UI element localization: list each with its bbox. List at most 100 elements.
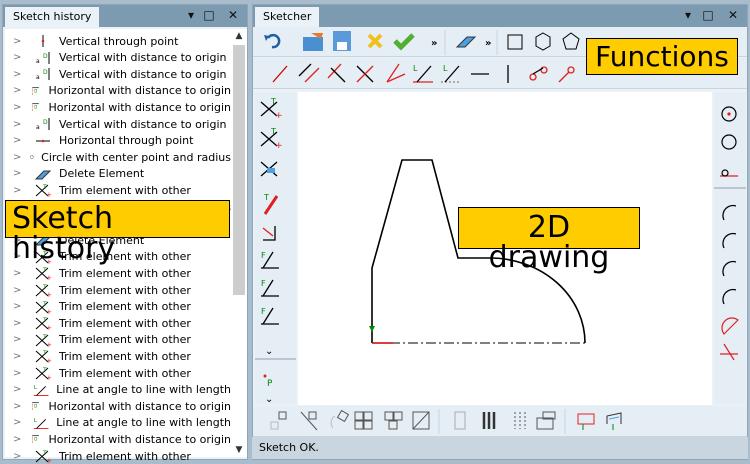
expand-chevron-icon[interactable]: >: [13, 36, 25, 47]
history-item[interactable]: > D Horizontal with distance to origin: [5, 398, 231, 414]
expand-chevron-icon[interactable]: >: [13, 417, 24, 428]
arc-icon[interactable]: [722, 204, 737, 221]
point-icon[interactable]: P: [263, 374, 274, 390]
mirror-icon[interactable]: [300, 411, 318, 431]
cut-icon[interactable]: [260, 161, 278, 177]
confirm-icon[interactable]: [393, 33, 415, 51]
tangent-circle-icon[interactable]: [720, 169, 738, 177]
expand-chevron-icon[interactable]: >: [13, 152, 21, 163]
tab-sketcher[interactable]: Sketcher: [255, 7, 320, 27]
expand-icon[interactable]: ⌄: [265, 346, 273, 357]
arc-sector-icon[interactable]: [721, 317, 739, 335]
history-item[interactable]: > Vertical through point: [5, 33, 231, 49]
fillet-icon[interactable]: F: [261, 251, 279, 269]
expand-chevron-icon[interactable]: >: [13, 434, 21, 445]
history-item[interactable]: > Da Vertical with distance to origin: [5, 50, 231, 66]
more-icon[interactable]: »: [485, 38, 491, 49]
open-folder-icon[interactable]: [303, 33, 323, 51]
history-item[interactable]: > T+ Trim element with other: [5, 315, 231, 331]
trim-line-icon[interactable]: T: [263, 193, 279, 215]
scroll-up-icon[interactable]: ▲: [231, 31, 247, 41]
tangent-arc-icon[interactable]: [720, 343, 738, 361]
bars-icon[interactable]: [482, 412, 496, 429]
array-icon[interactable]: [354, 411, 373, 430]
dropdown-icon[interactable]: ▾: [680, 8, 696, 22]
expand-chevron-icon[interactable]: >: [13, 318, 25, 329]
angle-line-length-icon[interactable]: L: [441, 64, 461, 83]
arc-icon[interactable]: [722, 260, 737, 277]
history-item[interactable]: > T+ Trim element with other: [5, 332, 231, 348]
history-item[interactable]: > T+ Trim element with other: [5, 299, 231, 315]
cross-line-icon[interactable]: [356, 65, 374, 83]
tab-sketch-history[interactable]: Sketch history: [5, 7, 100, 27]
fillet-icon[interactable]: F: [261, 279, 279, 297]
history-item[interactable]: > T+ Trim element with other: [5, 348, 231, 364]
profile-red-icon[interactable]: [577, 413, 595, 430]
expand-chevron-icon[interactable]: >: [13, 268, 25, 279]
expand-chevron-icon[interactable]: >: [13, 451, 25, 462]
rectangle-icon[interactable]: [507, 34, 523, 50]
history-item[interactable]: > Horizontal through point: [5, 133, 231, 149]
expand-icon[interactable]: ⌄: [265, 394, 273, 405]
history-item[interactable]: > Circle with center point and radius: [5, 149, 231, 165]
tangent-circle-line-icon[interactable]: [558, 66, 575, 83]
history-item[interactable]: > L Line at angle to line with length: [5, 415, 231, 431]
polygon-icon[interactable]: [562, 32, 580, 50]
tangent-circles-icon[interactable]: [529, 66, 548, 81]
history-item[interactable]: > T+ Trim element with other: [5, 282, 231, 298]
expand-chevron-icon[interactable]: >: [13, 69, 25, 80]
history-item[interactable]: > D Horizontal with distance to origin: [5, 431, 231, 447]
text-box-icon[interactable]: [536, 411, 556, 430]
expand-chevron-icon[interactable]: >: [13, 52, 25, 63]
corner-icon[interactable]: [262, 226, 276, 241]
scroll-down-icon[interactable]: ▼: [231, 445, 247, 455]
dashed-bars-icon[interactable]: [514, 412, 526, 429]
expand-chevron-icon[interactable]: >: [13, 401, 21, 412]
profile-blue-icon[interactable]: [606, 412, 622, 430]
history-item[interactable]: > L Line at angle to line with length: [5, 382, 231, 398]
history-item[interactable]: > D Horizontal with distance to origin: [5, 83, 231, 99]
rotate-icon[interactable]: [330, 409, 350, 429]
expand-chevron-icon[interactable]: >: [13, 119, 25, 130]
expand-chevron-icon[interactable]: >: [13, 301, 25, 312]
circle-center-icon[interactable]: [721, 106, 737, 122]
expand-chevron-icon[interactable]: >: [13, 85, 21, 96]
arc-icon[interactable]: [722, 288, 737, 305]
maximize-icon[interactable]: □: [700, 8, 716, 22]
history-item[interactable]: > T+ Trim element with other: [5, 365, 231, 381]
fillet-icon[interactable]: F: [261, 307, 279, 325]
expand-chevron-icon[interactable]: >: [13, 334, 25, 345]
history-item[interactable]: > Da Vertical with distance to origin: [5, 116, 231, 132]
expand-chevron-icon[interactable]: >: [13, 102, 21, 113]
scrollbar-thumb[interactable]: [233, 45, 245, 295]
history-item[interactable]: > T+ Trim element with other: [5, 182, 231, 198]
circle-3point-icon[interactable]: [721, 134, 737, 150]
hexagon-icon[interactable]: [535, 32, 551, 51]
perpendicular-line-icon[interactable]: [327, 63, 346, 83]
history-item[interactable]: > T+ Trim element with other: [5, 265, 231, 281]
expand-chevron-icon[interactable]: >: [13, 185, 25, 196]
expand-chevron-icon[interactable]: >: [13, 351, 25, 362]
more-icon[interactable]: »: [431, 38, 437, 49]
close-icon[interactable]: ✕: [225, 8, 241, 22]
close-icon[interactable]: ✕: [725, 8, 741, 22]
copy-icon[interactable]: [384, 411, 403, 430]
history-item[interactable]: > Da Vertical with distance to origin: [5, 66, 231, 82]
parallel-line-icon[interactable]: [298, 63, 320, 83]
save-icon[interactable]: [333, 31, 351, 51]
angle-line-icon[interactable]: L: [413, 64, 433, 83]
hatch-icon[interactable]: [454, 411, 466, 430]
history-item[interactable]: > Delete Element: [5, 166, 231, 182]
expand-chevron-icon[interactable]: >: [13, 384, 24, 395]
arc-icon[interactable]: [722, 232, 737, 249]
trim-icon[interactable]: T+: [260, 127, 283, 151]
bisector-icon[interactable]: [386, 63, 406, 83]
expand-chevron-icon[interactable]: >: [13, 285, 25, 296]
history-item[interactable]: > D Horizontal with distance to origin: [5, 99, 231, 115]
expand-chevron-icon[interactable]: >: [13, 135, 25, 146]
expand-chevron-icon[interactable]: >: [13, 168, 25, 179]
move-icon[interactable]: [270, 411, 287, 430]
line-icon[interactable]: [272, 65, 288, 83]
cancel-icon[interactable]: [367, 33, 383, 49]
history-scrollbar[interactable]: ▲ ▼: [231, 29, 247, 457]
